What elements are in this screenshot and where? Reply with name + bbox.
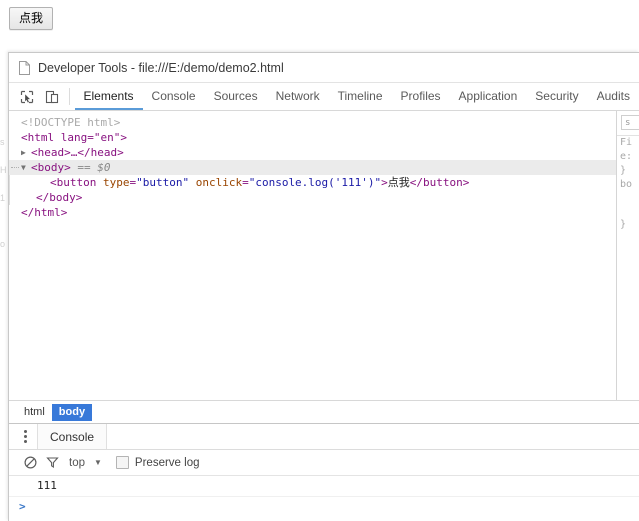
button-text-node: 点我 — [387, 176, 410, 189]
dom-row-head[interactable]: ▶ <head>…</head> — [9, 145, 616, 160]
styles-sidebar: s Fi e: } bo } — [616, 111, 639, 400]
devtools-title: Developer Tools - file:///E:/demo/demo2.… — [38, 60, 284, 75]
chevron-right-icon[interactable]: ▶ — [21, 145, 31, 160]
console-message: 111 — [9, 476, 639, 497]
tab-network[interactable]: Network — [267, 83, 329, 110]
preserve-log-checkbox[interactable] — [115, 456, 129, 469]
dom-row-html-open[interactable]: <html lang="en"> — [9, 130, 616, 145]
toolbar-separator — [68, 88, 70, 105]
devtools-titlebar: Developer Tools - file:///E:/demo/demo2.… — [9, 53, 639, 83]
button-closing-tag: </button> — [409, 176, 470, 189]
console-context-label: top — [69, 456, 85, 469]
elements-panel: <!DOCTYPE html> <html lang="en"> ▶ <head>… — [9, 111, 639, 400]
selected-node-marker: == $0 — [77, 161, 111, 174]
tab-timeline[interactable]: Timeline — [329, 83, 392, 110]
button-attr-type-value: "button" — [136, 176, 190, 189]
click-me-button[interactable]: 点我 — [9, 7, 54, 30]
tab-console[interactable]: Console — [143, 83, 205, 110]
tab-application[interactable]: Application — [450, 83, 527, 110]
tab-security[interactable]: Security — [526, 83, 587, 110]
body-open-tag: <body> — [31, 161, 71, 174]
dom-row-button[interactable]: <button type="button" onclick="console.l… — [9, 175, 616, 190]
device-toolbar-icon[interactable] — [40, 83, 65, 110]
styles-line-5: } — [620, 219, 627, 230]
body-closing-tag: </body> — [36, 191, 83, 204]
tab-elements[interactable]: Elements — [74, 83, 143, 110]
dom-row-html-close[interactable]: </html> — [9, 205, 616, 220]
clear-console-icon[interactable] — [19, 456, 41, 469]
button-tag-close-bracket: > — [381, 176, 388, 189]
dom-tree[interactable]: <!DOCTYPE html> <html lang="en"> ▶ <head>… — [9, 111, 616, 400]
tab-sources[interactable]: Sources — [205, 83, 267, 110]
drawer-tab-console[interactable]: Console — [37, 424, 108, 449]
console-drawer: Console top ▼ Preserve log 111 > — [9, 423, 639, 521]
console-output[interactable]: 111 > — [9, 476, 639, 521]
dom-row-body-selected[interactable]: ▼ <body> == $0 — [9, 160, 616, 175]
preserve-log-label: Preserve log — [134, 456, 200, 469]
button-open-tag: <button — [50, 176, 97, 189]
html-open-tag: <html lang="en"> — [21, 131, 127, 144]
preserve-log-toggle[interactable]: Preserve log — [115, 456, 200, 469]
chevron-down-icon: ▼ — [94, 458, 102, 467]
console-toolbar: top ▼ Preserve log — [9, 450, 639, 476]
styles-line-2: e: — [620, 151, 633, 162]
tab-profiles[interactable]: Profiles — [392, 83, 450, 110]
styles-line-3: } — [620, 165, 627, 176]
filter-icon[interactable] — [41, 456, 63, 469]
doctype-text: <!DOCTYPE html> — [21, 116, 121, 129]
styles-line-1: Fi — [620, 137, 633, 148]
breadcrumb: html body — [9, 400, 639, 423]
dom-row-doctype[interactable]: <!DOCTYPE html> — [9, 115, 616, 130]
button-attr-onclick-value: "console.log('111')" — [248, 176, 382, 189]
inspect-element-icon[interactable] — [15, 83, 40, 110]
page-icon — [19, 60, 30, 75]
more-options-icon[interactable] — [13, 424, 37, 449]
drawer-tabstrip: Console — [9, 424, 639, 450]
button-attr-onclick-name: onclick — [195, 176, 243, 189]
styles-line-4: bo — [620, 179, 633, 190]
devtools-window: Developer Tools - file:///E:/demo/demo2.… — [8, 52, 639, 521]
breadcrumb-item-body[interactable]: body — [51, 403, 93, 421]
breadcrumb-item-html[interactable]: html — [17, 404, 52, 421]
console-input-line[interactable]: > — [9, 497, 639, 513]
devtools-tabstrip: Elements Console Sources Network Timelin… — [9, 83, 639, 111]
button-attr-type-name: type — [102, 176, 130, 189]
tab-audits[interactable]: Audits — [588, 83, 639, 110]
chevron-down-icon[interactable]: ▼ — [21, 160, 31, 175]
styles-filter-input[interactable]: s — [621, 115, 639, 130]
head-collapsed-tag: <head>…</head> — [31, 146, 124, 159]
html-closing-tag: </html> — [21, 206, 68, 219]
prompt-chevron-icon: > — [19, 500, 26, 513]
dom-row-body-close[interactable]: </body> — [9, 190, 616, 205]
console-context-selector[interactable]: top ▼ — [69, 457, 102, 469]
